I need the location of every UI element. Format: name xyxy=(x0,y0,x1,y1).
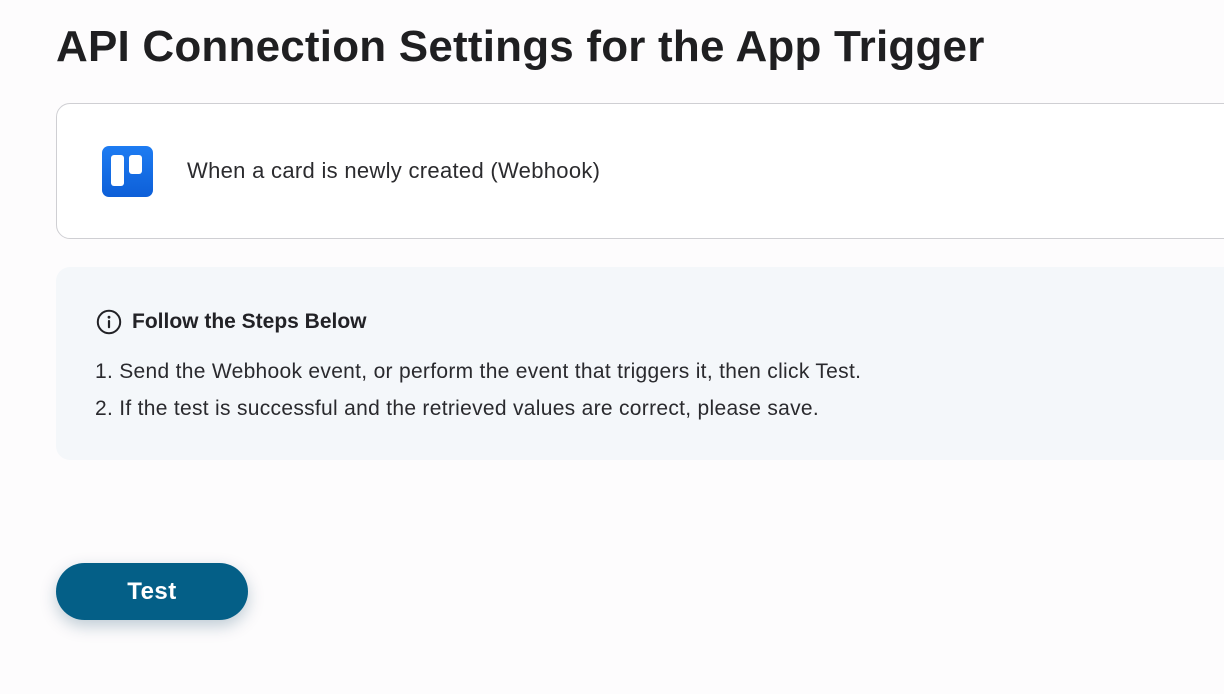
step-item: 2. If the test is successful and the ret… xyxy=(95,397,820,420)
info-circle-icon xyxy=(96,309,122,335)
steps-list: 1. Send the Webhook event, or perform th… xyxy=(95,353,861,427)
trigger-card: When a card is newly created (Webhook) xyxy=(56,103,1224,239)
trello-icon xyxy=(102,145,153,197)
steps-panel: Follow the Steps Below 1. Send the Webho… xyxy=(56,267,1224,460)
page: API Connection Settings for the App Trig… xyxy=(0,0,1224,694)
page-title: API Connection Settings for the App Trig… xyxy=(56,22,985,71)
trello-icon-left-column xyxy=(111,154,124,186)
trigger-label: When a card is newly created (Webhook) xyxy=(187,158,601,183)
steps-heading: Follow the Steps Below xyxy=(96,309,367,335)
trello-icon-right-column xyxy=(129,154,142,174)
step-item: 1. Send the Webhook event, or perform th… xyxy=(95,360,862,383)
test-button[interactable]: Test xyxy=(56,563,248,620)
steps-heading-text: Follow the Steps Below xyxy=(132,310,367,333)
